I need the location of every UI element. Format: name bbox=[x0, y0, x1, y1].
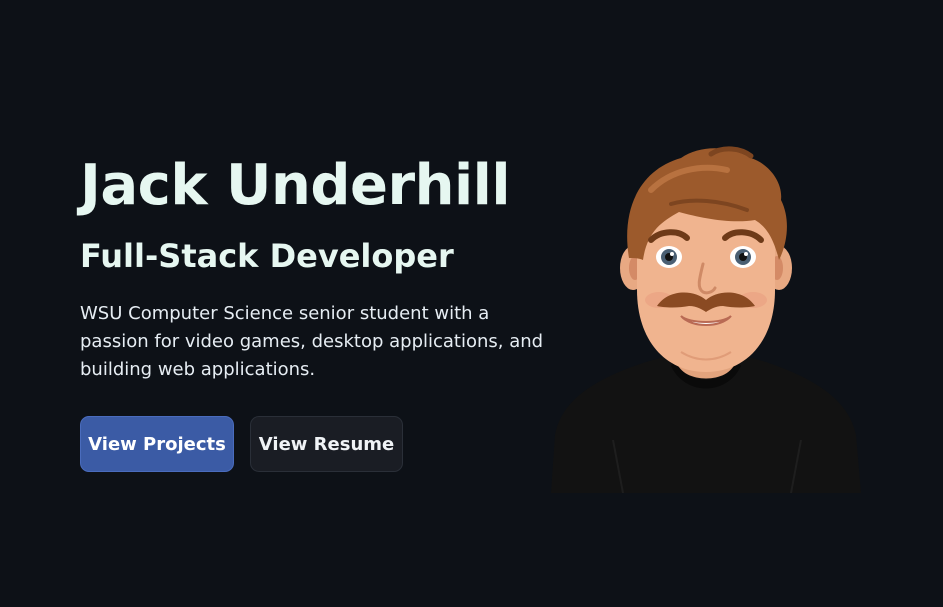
hero-section: Jack Underhill Full-Stack Developer WSU … bbox=[0, 0, 943, 607]
view-resume-button[interactable]: View Resume bbox=[250, 416, 403, 472]
view-projects-button[interactable]: View Projects bbox=[80, 416, 234, 472]
bio-text: WSU Computer Science senior student with… bbox=[80, 303, 544, 380]
hero-actions: View Projects View Resume bbox=[80, 416, 560, 472]
job-title: Full-Stack Developer bbox=[80, 237, 454, 275]
avatar-illustration-icon bbox=[551, 146, 861, 493]
avatar bbox=[551, 140, 861, 493]
page-title: Jack Underhill bbox=[80, 153, 511, 218]
hero-text: Jack Underhill Full-Stack Developer WSU … bbox=[80, 150, 560, 472]
